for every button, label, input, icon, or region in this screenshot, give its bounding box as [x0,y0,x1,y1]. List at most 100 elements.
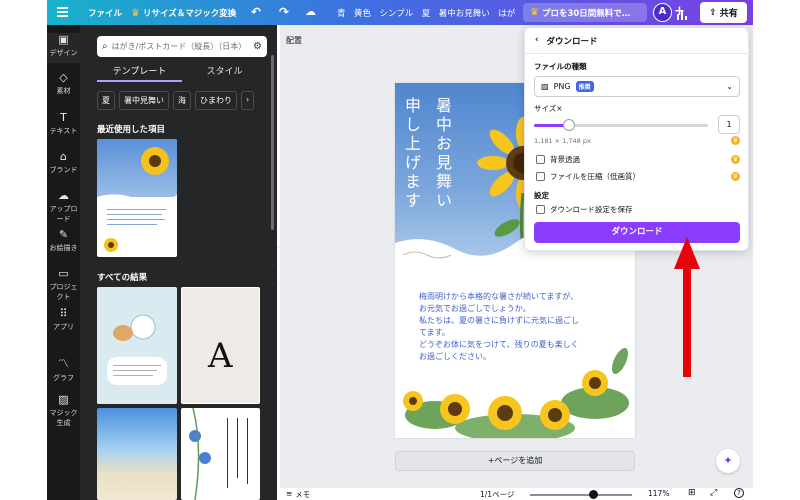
rail-label: マジック生成 [49,409,78,427]
morning-glory-illustration [189,408,248,500]
rail-item-projects[interactable]: ▭ プロジェクト [47,267,80,302]
chip-sea[interactable]: 海 [173,91,191,110]
crown-icon: ♛ [731,136,740,145]
bottom-bar: ≡ メモ 1/1ページ 117% ⊞ ⤢ ? [280,488,753,500]
chip-summer-greeting[interactable]: 暑中見舞い [119,91,169,110]
file-type-select[interactable]: ▨ PNG 推奨 ⌄ [534,76,740,97]
save-settings-option[interactable]: ダウンロード設定を保存 [536,204,633,215]
rail-item-text[interactable]: T テキスト [47,111,80,136]
document-title[interactable]: 青 黄色 シンプル 夏 暑中お見舞い はがき… [337,7,515,19]
left-rail: ▣ デザイン ◇ 素材 T テキスト ⌂ ブランド ☁ アップロード ✎ お絵描… [47,25,80,500]
notes-button[interactable]: ≡ メモ [286,489,310,500]
grid-view-icon[interactable]: ⊞ [688,488,696,498]
size-input[interactable]: 1 [718,115,740,134]
zoom-slider[interactable] [530,490,632,499]
brand-icon: ⌂ [60,150,67,163]
back-chevron-icon[interactable]: ‹ [535,35,539,47]
chevron-down-icon: ⌄ [726,82,733,91]
body-line: どうぞお体に気をつけて、残りの夏も楽しく [419,340,579,349]
template-result-thumb[interactable] [97,408,177,500]
option-label: ダウンロード設定を保存 [550,205,633,214]
file-type-value: PNG [553,82,571,91]
title-column-2: 申し上げます [402,97,421,211]
redo-icon[interactable]: ↷ [279,5,289,19]
apps-grid-icon: ⠿ [59,307,68,320]
analytics-icon[interactable] [677,5,693,20]
arrange-button[interactable]: 配置 [286,35,302,46]
panel-scrollbar[interactable] [271,55,274,230]
pro-trial-button[interactable]: ♛ プロを30日間無料で… [523,3,647,22]
size-slider[interactable] [534,119,708,131]
cloud-save-icon[interactable]: ☁ [305,5,316,18]
fullscreen-icon[interactable]: ⤢ [710,488,717,498]
rail-item-apps[interactable]: ⠿ アプリ [47,307,80,332]
rail-item-charts[interactable]: 〽 グラフ [47,355,80,383]
zoom-level[interactable]: 117% [648,489,669,498]
size-slider-thumb[interactable] [562,119,575,131]
body-line: てます。 [419,328,450,337]
all-results-title: すべての結果 [97,273,148,283]
notes-label: メモ [295,490,311,499]
rail-label: 素材 [56,87,71,95]
checkbox[interactable] [536,155,545,164]
magic-sparkle-icon[interactable]: ✦ [716,449,740,473]
zoom-slider-thumb[interactable] [589,490,599,499]
rail-item-uploads[interactable]: ☁ アップロード [47,189,80,224]
chips-next-arrow[interactable]: › [241,91,255,110]
download-popover: ‹ ダウンロード ファイルの種類 ▨ PNG 推奨 ⌄ サイズ× 1 1,181… [524,27,750,251]
rail-item-magic-media[interactable]: ▨ マジック生成 [47,393,80,428]
page-indicator[interactable]: 1/1ページ [480,489,514,500]
download-button[interactable]: ダウンロード [534,222,740,243]
tab-styles[interactable]: スタイル [182,64,267,82]
rail-item-draw[interactable]: ✎ お絵描き [47,228,80,253]
pro-trial-label: プロを30日間無料で… [541,8,631,19]
filter-icon[interactable]: ⚙ [253,41,262,52]
left-margin [0,0,47,500]
share-button[interactable]: ⇪ 共有 [700,2,747,23]
file-menu[interactable]: ファイル [88,7,122,19]
template-result-thumb[interactable]: A [181,287,260,404]
checkbox[interactable] [536,205,545,214]
rail-item-brand[interactable]: ⌂ ブランド [47,150,80,175]
share-icon: ⇪ [709,7,717,18]
undo-icon[interactable]: ↶ [251,5,261,19]
tab-templates[interactable]: テンプレート [97,64,182,82]
rail-item-design[interactable]: ▣ デザイン [47,33,80,63]
resize-menu[interactable]: ♛ リサイズ＆マジック変換 [131,7,237,20]
size-label: サイズ× [534,104,563,113]
checkbox[interactable] [536,172,545,181]
template-result-thumb[interactable] [181,408,260,500]
help-icon[interactable]: ? [734,488,744,498]
recent-section-title: 最近使用した項目 [97,125,166,135]
text-icon: T [60,111,67,124]
resize-label: リサイズ＆マジック変換 [142,9,237,19]
rail-label: テキスト [49,127,78,135]
shapes-icon: ◇ [59,71,68,84]
template-search-input[interactable]: ⌕ はがき/ポストカード（縦長）（日本） ⚙ [97,36,267,57]
avatar[interactable]: A [653,3,672,22]
rail-label: プロジェクト [49,283,78,301]
add-page-button[interactable]: +ページを追加 [395,451,635,471]
chip-sunflower[interactable]: ひまわり [195,91,237,110]
rail-item-elements[interactable]: ◇ 素材 [47,71,80,96]
title-column-1: 暑中お見舞い [433,97,452,211]
option-label: 背景透過 [550,155,580,164]
template-letter: A [208,336,233,376]
hamburger-menu-icon[interactable] [57,7,68,17]
recent-template-thumb[interactable] [97,139,177,257]
sunflower-illustration [97,147,177,252]
transparent-bg-option[interactable]: 背景透過 [536,154,580,165]
chip-summer[interactable]: 夏 [97,91,115,110]
body-line: 梅雨明けから本格的な暑さが続いてますが、 [419,292,579,301]
share-label: 共有 [719,9,738,19]
body-line: お過ごしください。 [419,352,491,361]
fan-cat-illustration [97,287,177,404]
template-result-thumb[interactable] [97,287,177,404]
magic-image-icon: ▨ [58,393,69,406]
rail-label: グラフ [53,374,74,382]
folder-icon: ▭ [58,267,69,280]
right-margin [753,0,800,500]
body-line: お元気でお過ごしでしょうか。 [419,304,531,313]
compress-option[interactable]: ファイルを圧縮（低画質） [536,171,640,182]
keyword-chips: 夏 暑中見舞い 海 ひまわり › [97,91,255,110]
